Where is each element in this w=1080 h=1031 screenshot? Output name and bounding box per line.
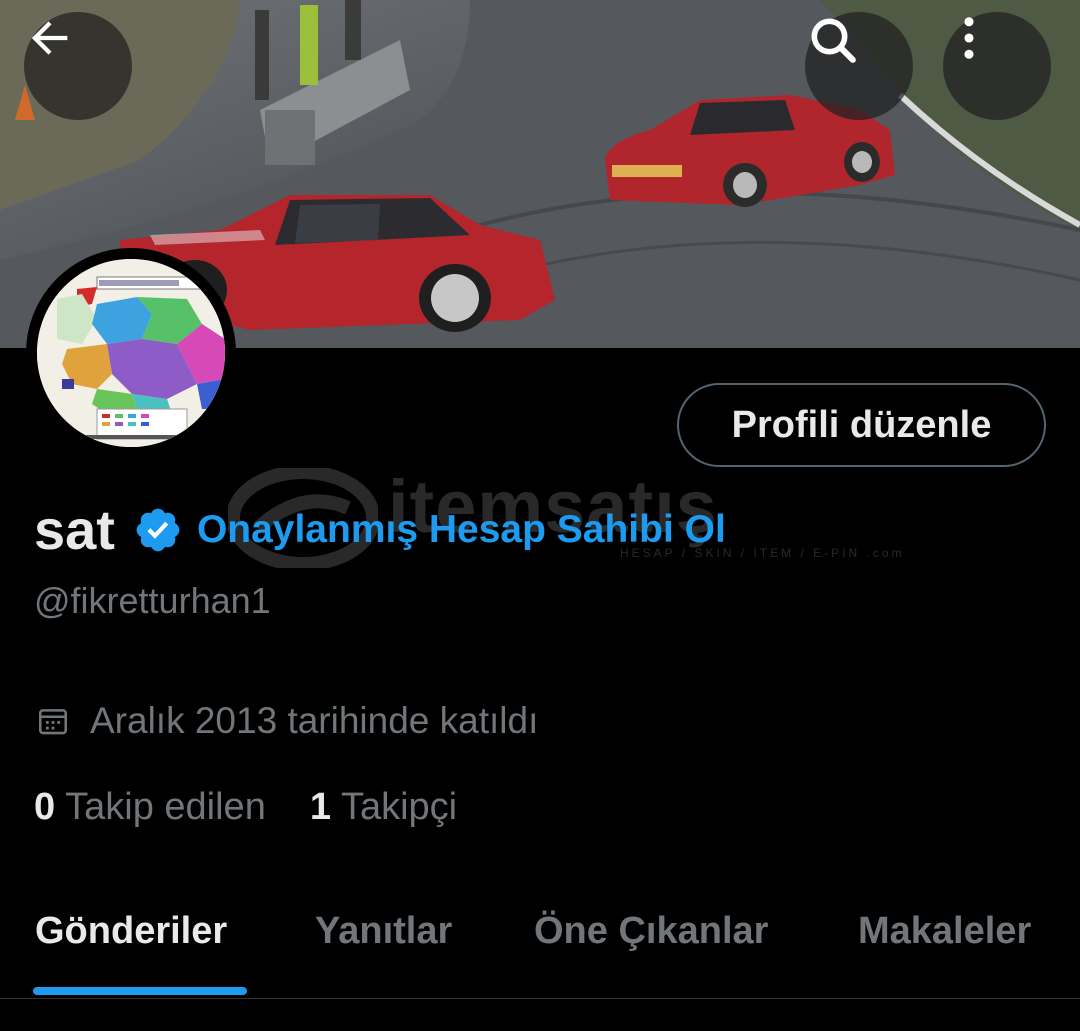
tab-articles[interactable]: Makaleler: [858, 910, 1031, 953]
following-count: 0: [34, 786, 56, 828]
follow-stats: 0 Takip edilen 1 Takipçi: [34, 786, 457, 829]
profile-tabs: Gönderiler Yanıtlar Öne Çıkanlar Makalel…: [0, 880, 1080, 999]
followers-count: 1: [309, 786, 331, 828]
tab-highlights[interactable]: Öne Çıkanlar: [534, 910, 768, 953]
get-verified-link[interactable]: Onaylanmış Hesap Sahibi Ol: [197, 508, 726, 552]
search-button[interactable]: [805, 12, 913, 120]
followers-label: Takipçi: [340, 786, 458, 828]
back-button[interactable]: [24, 12, 132, 120]
followers-link[interactable]: 1 Takipçi: [310, 786, 457, 829]
arrow-left-icon: [31, 21, 68, 55]
verified-badge-icon: [136, 508, 180, 551]
name-row: sat Onaylanmış Hesap Sahibi Ol: [34, 497, 726, 562]
following-label: Takip edilen: [65, 786, 266, 828]
username-handle: @fikretturhan1: [34, 580, 271, 621]
edit-profile-button[interactable]: Profili düzenle: [677, 383, 1046, 467]
more-options-button[interactable]: [943, 12, 1051, 120]
following-link[interactable]: 0 Takip edilen: [34, 786, 266, 829]
joined-date-text: Aralık 2013 tarihinde katıldı: [90, 700, 539, 741]
tab-replies[interactable]: Yanıtlar: [315, 910, 452, 953]
joined-date-row: Aralık 2013 tarihinde katıldı: [36, 700, 538, 742]
active-tab-indicator: [33, 987, 247, 995]
avatar-image: [37, 259, 225, 447]
tab-posts[interactable]: Gönderiler: [35, 910, 227, 953]
calendar-icon: [38, 709, 68, 735]
more-vertical-icon: [964, 17, 974, 59]
display-name: sat: [34, 498, 115, 561]
search-icon: [811, 18, 856, 63]
avatar[interactable]: [26, 248, 236, 458]
